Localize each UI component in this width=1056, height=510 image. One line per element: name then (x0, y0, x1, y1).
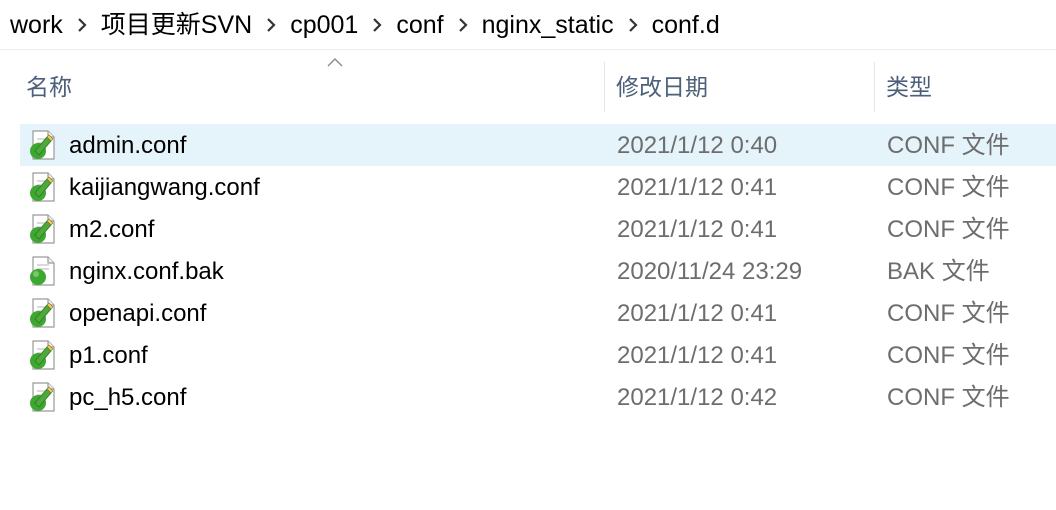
file-name: openapi.conf (69, 300, 207, 327)
file-date: 2021/1/12 0:41 (617, 300, 778, 327)
file-name: kaijiangwang.conf (69, 174, 260, 201)
breadcrumb-item-svn[interactable]: 项目更新SVN (97, 0, 256, 50)
chevron-right-icon[interactable] (256, 0, 286, 50)
file-name: m2.conf (69, 216, 155, 243)
svn-modified-file-icon (30, 130, 55, 160)
breadcrumb: work 项目更新SVN cp001 conf nginx_static con… (0, 0, 1056, 50)
file-date: 2021/1/12 0:41 (617, 174, 778, 201)
column-header-type-label: 类型 (886, 74, 932, 100)
file-name: nginx.conf.bak (69, 258, 224, 285)
file-row[interactable]: openapi.conf 2021/1/12 0:41 CONF 文件 (20, 292, 1056, 334)
file-type: CONF 文件 (887, 174, 1010, 201)
breadcrumb-item-nginx-static[interactable]: nginx_static (478, 0, 618, 50)
file-date: 2021/1/12 0:41 (617, 342, 778, 369)
file-date: 2020/11/24 23:29 (617, 258, 803, 285)
chevron-right-icon[interactable] (448, 0, 478, 50)
column-header-date[interactable]: 修改日期 (616, 58, 874, 112)
chevron-right-icon[interactable] (67, 0, 97, 50)
svn-modified-file-icon (30, 340, 55, 370)
file-name: admin.conf (69, 132, 187, 159)
file-row[interactable]: kaijiangwang.conf 2021/1/12 0:41 CONF 文件 (20, 166, 1056, 208)
file-row[interactable]: m2.conf 2021/1/12 0:41 CONF 文件 (20, 208, 1056, 250)
column-header-name-label: 名称 (26, 74, 72, 100)
chevron-right-icon[interactable] (362, 0, 392, 50)
file-type: BAK 文件 (887, 258, 990, 285)
file-type: CONF 文件 (887, 300, 1010, 327)
column-header-name[interactable]: 名称 (26, 58, 604, 112)
sort-ascending-icon (327, 58, 343, 67)
file-date: 2021/1/12 0:40 (617, 132, 778, 159)
svn-modified-file-icon (30, 298, 55, 328)
chevron-right-icon[interactable] (618, 0, 648, 50)
file-row[interactable]: nginx.conf.bak 2020/11/24 23:29 BAK 文件 (20, 250, 1056, 292)
file-type: CONF 文件 (887, 216, 1010, 243)
file-type: CONF 文件 (887, 342, 1010, 369)
file-list: admin.conf 2021/1/12 0:40 CONF 文件 kaijia… (0, 124, 1056, 418)
column-headers: 名称 修改日期 类型 (0, 58, 1056, 116)
column-divider[interactable] (604, 62, 605, 112)
column-header-date-label: 修改日期 (616, 74, 708, 100)
file-name: pc_h5.conf (69, 384, 187, 411)
breadcrumb-item-work[interactable]: work (6, 0, 67, 50)
column-divider[interactable] (874, 62, 875, 112)
svn-modified-file-icon (30, 214, 55, 244)
svn-modified-file-icon (30, 382, 55, 412)
file-row[interactable]: p1.conf 2021/1/12 0:41 CONF 文件 (20, 334, 1056, 376)
file-explorer-window: work 项目更新SVN cp001 conf nginx_static con… (0, 0, 1056, 510)
file-name: p1.conf (69, 342, 148, 369)
file-type: CONF 文件 (887, 384, 1010, 411)
file-date: 2021/1/12 0:41 (617, 216, 778, 243)
breadcrumb-item-conf-d[interactable]: conf.d (648, 0, 724, 50)
column-header-type[interactable]: 类型 (886, 58, 1056, 112)
file-row[interactable]: pc_h5.conf 2021/1/12 0:42 CONF 文件 (20, 376, 1056, 418)
breadcrumb-item-cp001[interactable]: cp001 (286, 0, 362, 50)
svn-modified-file-icon (30, 172, 55, 202)
file-row[interactable]: admin.conf 2021/1/12 0:40 CONF 文件 (20, 124, 1056, 166)
svn-normal-file-icon (30, 256, 55, 286)
file-date: 2021/1/12 0:42 (617, 384, 778, 411)
breadcrumb-item-conf[interactable]: conf (392, 0, 447, 50)
file-type: CONF 文件 (887, 132, 1010, 159)
